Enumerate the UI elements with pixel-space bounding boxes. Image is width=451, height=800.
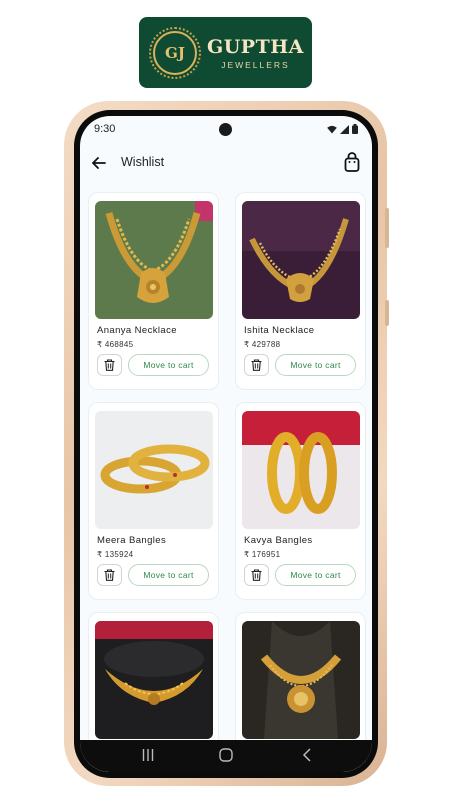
app-bar: Wishlist: [80, 148, 372, 178]
move-to-cart-button[interactable]: Move to cart: [128, 354, 209, 376]
recents-icon[interactable]: [142, 748, 154, 767]
wifi-icon: [327, 125, 337, 133]
product-image[interactable]: [95, 201, 213, 319]
delete-button[interactable]: [244, 564, 269, 586]
status-time: 9:30: [94, 123, 116, 135]
back-icon[interactable]: [302, 748, 312, 767]
move-to-cart-button[interactable]: Move to cart: [128, 564, 209, 586]
front-camera: [219, 123, 232, 136]
product-name: Ishita Necklace: [244, 325, 315, 336]
home-icon[interactable]: [219, 748, 233, 767]
delete-button[interactable]: [97, 564, 122, 586]
trash-icon: [251, 569, 262, 581]
wishlist-card: Ishita Necklace ₹ 429788 Move to cart: [235, 192, 366, 390]
move-to-cart-button[interactable]: Move to cart: [275, 354, 356, 376]
move-to-cart-button[interactable]: Move to cart: [275, 564, 356, 586]
phone-screen: 9:30 Wishlist Ananya Necklace ₹ 468845 M…: [80, 116, 372, 772]
product-image[interactable]: [242, 201, 360, 319]
wishlist-card: Ananya Necklace ₹ 468845 Move to cart: [88, 192, 219, 390]
product-price: ₹ 468845: [97, 340, 134, 349]
page-title: Wishlist: [121, 155, 165, 169]
product-name: Meera Bangles: [97, 535, 167, 546]
delete-button[interactable]: [97, 354, 122, 376]
trash-icon: [104, 359, 115, 371]
trash-icon: [251, 359, 262, 371]
product-image[interactable]: [242, 411, 360, 529]
delete-button[interactable]: [244, 354, 269, 376]
power-button: [385, 300, 389, 326]
wishlist-card: Meera Bangles ₹ 135924 Move to cart: [88, 402, 219, 600]
brand-subtitle: JEWELLERS: [221, 59, 290, 70]
status-bar: 9:30: [80, 116, 372, 142]
wishlist-card: Kavya Bangles ₹ 176951 Move to cart: [235, 402, 366, 600]
product-name: Kavya Bangles: [244, 535, 313, 546]
volume-button: [385, 208, 389, 248]
product-price: ₹ 429788: [244, 340, 281, 349]
brand-logo: GJ GUPTHA JEWELLERS: [139, 17, 312, 88]
product-price: ₹ 135924: [97, 550, 134, 559]
trash-icon: [104, 569, 115, 581]
battery-icon: [352, 124, 358, 134]
product-image[interactable]: [95, 411, 213, 529]
brand-title: GUPTHA: [207, 35, 304, 58]
arrow-left-icon[interactable]: [90, 154, 108, 172]
system-nav-bar: [80, 740, 372, 772]
product-name: Ananya Necklace: [97, 325, 177, 336]
product-image[interactable]: [242, 621, 360, 739]
product-image[interactable]: [95, 621, 213, 739]
brand-mark: GJ: [149, 26, 201, 79]
signal-icon: [340, 124, 349, 134]
shopping-bag-icon[interactable]: [344, 152, 362, 174]
product-price: ₹ 176951: [244, 550, 281, 559]
